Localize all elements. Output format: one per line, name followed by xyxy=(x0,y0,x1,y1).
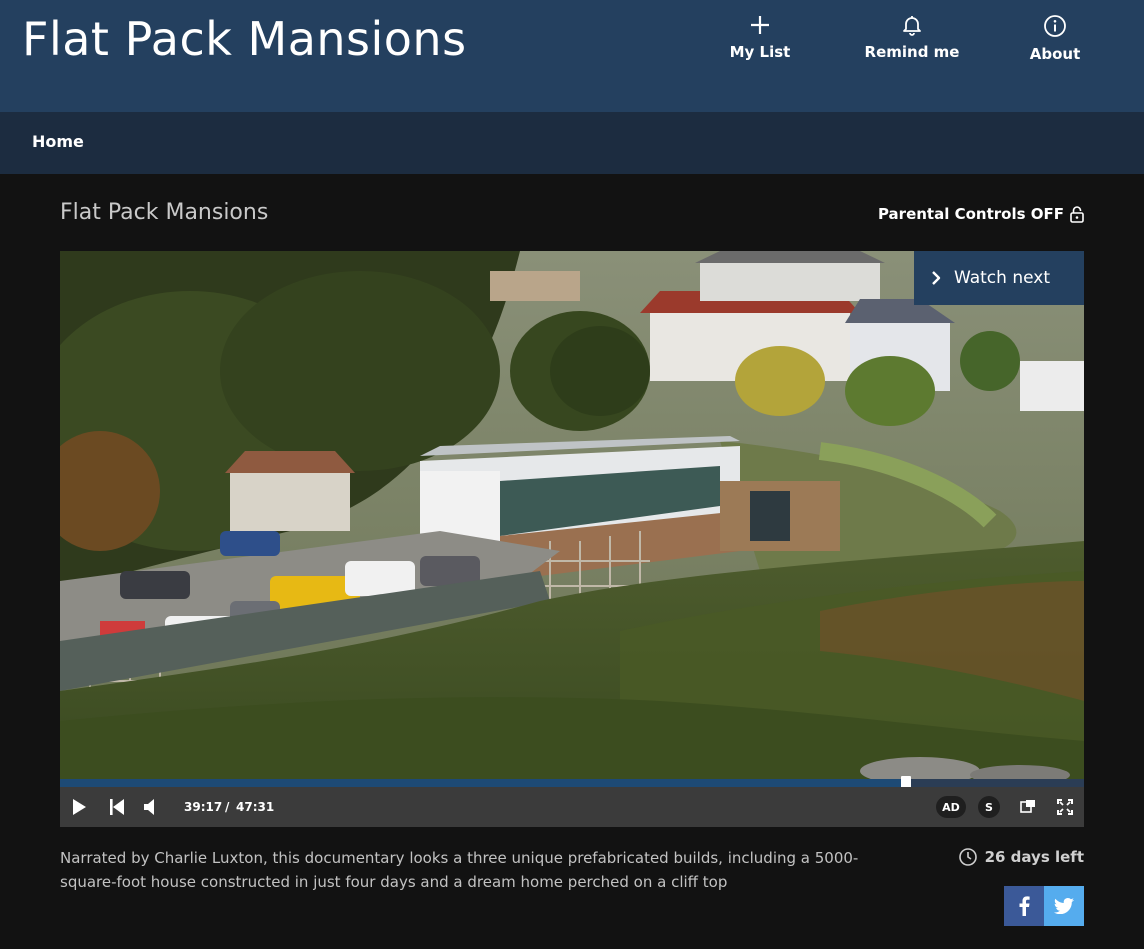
volume-icon[interactable] xyxy=(144,799,160,815)
time-separator: / xyxy=(225,800,230,814)
site-header: Flat Pack Mansions My List Remind me Abo… xyxy=(0,0,1144,112)
my-list-label: My List xyxy=(729,43,791,61)
twitter-icon xyxy=(1054,898,1074,914)
skip-back-icon[interactable] xyxy=(110,799,124,815)
remind-me-label: Remind me xyxy=(864,43,960,61)
progress-bar[interactable] xyxy=(60,776,1084,790)
video-player[interactable]: Watch next 39:17 / 47:31 AD S xyxy=(60,251,1084,827)
program-description: Narrated by Charlie Luxton, this documen… xyxy=(60,849,859,891)
info-icon xyxy=(1044,15,1066,37)
availability: 26 days left xyxy=(958,848,1084,866)
plus-icon xyxy=(751,16,769,34)
sub-navigation: Home xyxy=(0,112,1144,174)
my-list-button[interactable]: My List xyxy=(705,14,815,61)
about-button[interactable]: About xyxy=(1000,14,1110,63)
clock-icon xyxy=(958,848,977,866)
facebook-share-button[interactable] xyxy=(1004,886,1044,926)
player-controls: 39:17 / 47:31 AD S xyxy=(60,787,1084,827)
bell-icon xyxy=(903,16,921,36)
duration: 47:31 xyxy=(236,800,275,814)
subtitles-button[interactable]: S xyxy=(978,796,1000,818)
video-frame[interactable] xyxy=(60,251,1084,779)
watch-next-button[interactable]: Watch next xyxy=(914,251,1084,305)
watch-next-label: Watch next xyxy=(954,268,1050,288)
days-left: 26 days left xyxy=(984,848,1084,866)
fullscreen-icon[interactable] xyxy=(1057,799,1073,815)
progress-fill xyxy=(60,779,906,787)
program-title: Flat Pack Mansions xyxy=(60,200,269,225)
chevron-right-icon xyxy=(932,271,941,285)
audio-description-button[interactable]: AD xyxy=(936,796,966,818)
lock-icon xyxy=(1070,206,1084,223)
brand-title[interactable]: Flat Pack Mansions xyxy=(22,12,467,66)
parental-controls-label: Parental Controls OFF xyxy=(877,205,1064,223)
facebook-icon xyxy=(1019,896,1030,916)
mini-player-icon[interactable] xyxy=(1020,799,1036,813)
remind-me-button[interactable]: Remind me xyxy=(857,14,967,61)
current-time: 39:17 xyxy=(184,800,223,814)
about-label: About xyxy=(1029,45,1081,63)
parental-controls-toggle[interactable]: Parental Controls OFF xyxy=(878,205,1084,223)
play-icon[interactable] xyxy=(72,799,86,815)
home-link[interactable]: Home xyxy=(32,132,84,151)
twitter-share-button[interactable] xyxy=(1044,886,1084,926)
